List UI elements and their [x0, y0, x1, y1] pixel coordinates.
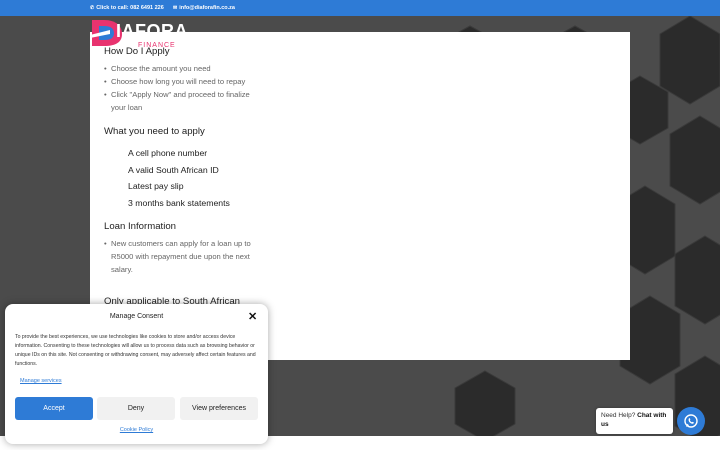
loan-info-list: New customers can apply for a loan up to… [104, 237, 264, 276]
requirements-heading: What you need to apply [104, 126, 205, 137]
email-link[interactable]: ✉ info@diaforafin.co.za [173, 5, 235, 11]
list-item: Latest pay slip [128, 181, 184, 192]
view-preferences-button[interactable]: View preferences [180, 397, 258, 420]
envelope-icon: ✉ [173, 5, 178, 11]
call-label: Click to call: 082 6491 226 [96, 5, 164, 11]
logo-subtitle: FINANCE [138, 42, 176, 49]
list-item: Click "Apply Now" and proceed to finaliz… [104, 88, 264, 114]
close-icon[interactable]: ✕ [248, 310, 257, 323]
requirements-list: A cell phone number A valid South Africa… [128, 145, 230, 212]
accept-button[interactable]: Accept [15, 397, 93, 420]
consent-title: Manage Consent [109, 313, 164, 320]
cookie-consent-dialog: Manage Consent ✕ To provide the best exp… [5, 304, 268, 444]
consent-description: To provide the best experiences, we use … [15, 334, 256, 367]
chat-help-bubble[interactable]: Need Help? Chat with us [596, 408, 673, 434]
manage-services-link[interactable]: Manage services [20, 378, 62, 384]
list-item: Choose how long you will need to repay [104, 75, 264, 88]
deny-button[interactable]: Deny [97, 397, 175, 420]
how-to-apply-list: Choose the amount you need Choose how lo… [104, 62, 264, 114]
list-item: 3 months bank statements [128, 198, 230, 209]
whatsapp-chat-button[interactable] [677, 407, 705, 435]
list-item: A cell phone number [128, 148, 208, 158]
site-logo[interactable]: IAFORA FINANCE [90, 18, 200, 52]
loan-info-heading: Loan Information [104, 221, 176, 232]
list-item: Choose the amount you need [104, 62, 264, 75]
email-label: info@diaforafin.co.za [179, 5, 235, 11]
phone-icon: ✆ [90, 5, 95, 11]
top-contact-bar: ✆ Click to call: 082 6491 226 ✉ info@dia… [0, 0, 720, 16]
call-link[interactable]: ✆ Click to call: 082 6491 226 [90, 5, 164, 11]
chat-help-prefix: Need Help? [601, 412, 638, 419]
logo-wordmark: IAFORA [116, 21, 188, 41]
whatsapp-icon [684, 414, 698, 428]
list-item: New customers can apply for a loan up to… [104, 237, 264, 276]
cookie-policy-link[interactable]: Cookie Policy [5, 427, 268, 433]
list-item: A valid South African ID [128, 164, 219, 175]
